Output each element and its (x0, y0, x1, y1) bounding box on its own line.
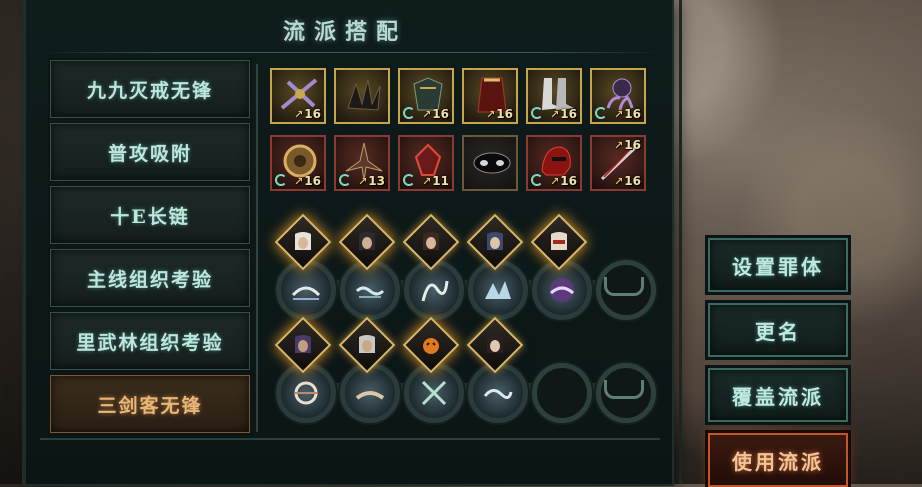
elder-hero-icon (359, 335, 375, 353)
build-label: 主线组织考验 (86, 268, 213, 291)
refresh-icon (531, 107, 543, 119)
purple-storm-skill-icon (549, 278, 575, 302)
masked-hero-icon (551, 232, 567, 250)
pumpkin-hero-icon (423, 338, 439, 354)
title-divider (40, 52, 660, 53)
skill-slot[interactable] (468, 260, 528, 320)
level-badge: 16 (614, 138, 641, 152)
mist-skill-icon (483, 389, 513, 399)
blue-hair-hero-icon (487, 232, 503, 250)
refresh-icon (595, 107, 607, 119)
level-badge: 16 (294, 174, 321, 188)
equipment-slot[interactable]: 13 (334, 135, 390, 191)
empty-skill-slot[interactable] (532, 363, 592, 423)
refresh-icon (531, 174, 543, 186)
equipment-slot[interactable]: 16 (526, 135, 582, 191)
refresh-icon (275, 174, 287, 186)
equipment-slot[interactable]: 11 (398, 135, 454, 191)
button-label: 更名 (755, 319, 801, 344)
bottom-divider (40, 438, 660, 440)
ring-skill-icon (294, 381, 318, 405)
equipment-slot[interactable]: 16 (462, 68, 518, 124)
build-item-3[interactable]: 十E长链 (50, 186, 250, 244)
build-label: 十E长链 (110, 205, 190, 228)
equipment-slot[interactable]: 16 (398, 68, 454, 124)
level-badge: 16 (614, 107, 641, 121)
level-badge: 13 (358, 174, 385, 188)
swordsman-hero-icon (423, 232, 439, 250)
level-badge: 11 (422, 174, 449, 188)
build-label: 普攻吸附 (107, 142, 192, 165)
skill-slot[interactable] (404, 363, 464, 423)
equipment-slot[interactable]: 16 (270, 68, 326, 124)
build-item-6-selected[interactable]: 三剑客无锋 (50, 375, 250, 433)
equipment-slot[interactable]: 16 16 (590, 135, 646, 191)
button-label: 使用流派 (732, 449, 824, 474)
dust-skill-icon (355, 391, 385, 400)
use-build-button[interactable]: 使用流派 (708, 433, 848, 487)
build-item-2[interactable]: 普攻吸附 (50, 123, 250, 181)
refresh-icon (403, 174, 415, 186)
empty-slot-icon (604, 380, 644, 399)
page-title: 流派搭配 (283, 19, 408, 45)
skill-slot[interactable] (404, 260, 464, 320)
skill-slot[interactable] (340, 363, 400, 423)
equipment-slot[interactable]: 16 (526, 68, 582, 124)
white-hair-hero-icon (295, 232, 311, 250)
level-badge: 16 (486, 107, 513, 121)
level-badge: 16 (422, 107, 449, 121)
button-label: 覆盖流派 (732, 384, 824, 409)
bridge-skill-icon (291, 286, 321, 300)
skill-slot[interactable] (468, 363, 528, 423)
rename-button[interactable]: 更名 (708, 303, 848, 357)
set-body-button[interactable]: 设置罪体 (708, 238, 848, 292)
dark-robe-hero-icon (359, 232, 375, 250)
equipment-slot[interactable] (462, 135, 518, 191)
build-label: 三剑客无锋 (97, 394, 203, 417)
build-label: 里武林组织考验 (76, 331, 224, 354)
water-skill-icon (355, 286, 385, 298)
empty-skill-slot[interactable] (596, 363, 656, 423)
build-item-1[interactable]: 九九灭戒无锋 (50, 60, 250, 118)
cross-blade-skill-icon (421, 380, 447, 406)
button-label: 设置罪体 (732, 254, 824, 279)
level-badge: 16 (294, 107, 321, 121)
refresh-icon (403, 107, 415, 119)
vertical-divider (256, 64, 258, 432)
level-badge: 16 (550, 107, 577, 121)
build-item-4[interactable]: 主线组织考验 (50, 249, 250, 307)
wave-skill-icon (485, 281, 511, 299)
scholar-hero-icon (487, 335, 503, 353)
equipment-slot[interactable]: 16 (590, 68, 646, 124)
refresh-icon (339, 174, 351, 186)
black-mask-icon (473, 152, 511, 174)
ribbon-skill-icon (421, 280, 449, 302)
skill-slot[interactable] (340, 260, 400, 320)
overwrite-build-button[interactable]: 覆盖流派 (708, 368, 848, 422)
skill-slot[interactable] (276, 363, 336, 423)
empty-slot-icon (604, 277, 644, 296)
build-item-5[interactable]: 里武林组织考验 (50, 312, 250, 370)
equipment-slot[interactable]: 16 (270, 135, 326, 191)
level-badge: 16 (550, 174, 577, 188)
skill-slot[interactable] (532, 260, 592, 320)
jade-hero-icon (295, 335, 311, 353)
claw-gauntlet-icon (347, 79, 381, 111)
level-badge: 16 (614, 174, 641, 188)
empty-skill-slot[interactable] (596, 260, 656, 320)
skill-slot[interactable] (276, 260, 336, 320)
equipment-slot[interactable] (334, 68, 390, 124)
build-label: 九九灭戒无锋 (86, 79, 213, 102)
